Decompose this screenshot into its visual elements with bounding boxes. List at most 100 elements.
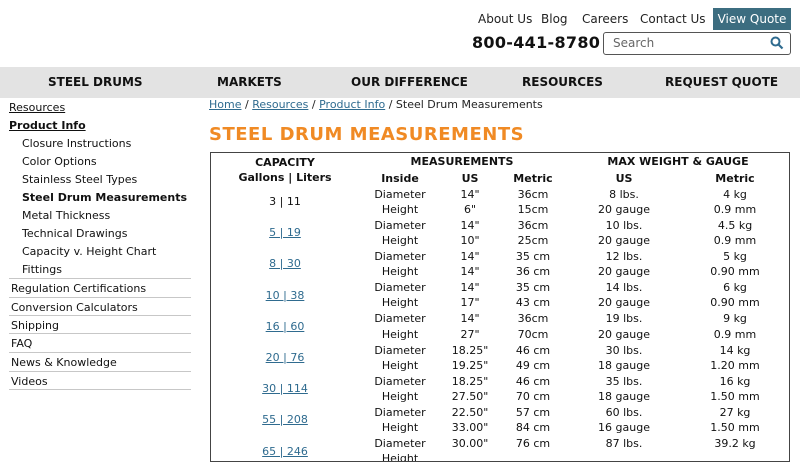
table-cell-metric: 49 cm (515, 358, 551, 372)
table-cell-us: 14" (460, 249, 480, 263)
sidebar-divider (9, 297, 191, 298)
table-cell-weight-metric: 39.2 kg (714, 437, 756, 451)
search-icon[interactable] (770, 36, 784, 50)
phone-number: 800-441-8780 (472, 33, 601, 52)
nav-request-quote[interactable]: REQUEST QUOTE (665, 75, 778, 89)
capacity-cell[interactable]: 55 | 208 (262, 413, 308, 426)
breadcrumb-product-info[interactable]: Product Info (319, 98, 385, 111)
col-header-capacity-units: Gallons | Liters (238, 171, 332, 184)
table-cell-weight-us: 12 lbs. (605, 249, 643, 263)
sidebar-item-color-options[interactable]: Color Options (22, 155, 97, 168)
capacity-cell[interactable]: 20 | 76 (266, 351, 305, 364)
table-cell-weight-metric: 0.90 mm (710, 296, 760, 310)
sidebar-divider (9, 371, 191, 372)
nav-our-difference[interactable]: OUR DIFFERENCE (351, 75, 468, 89)
careers-link[interactable]: Careers (582, 12, 628, 26)
table-cell-weight-metric: 0.9 mm (713, 234, 757, 247)
table-cell-inside: Diameter (374, 281, 426, 295)
table-cell-weight-metric: 9 kg (723, 312, 747, 326)
table-cell-us: 33.00" (451, 421, 489, 435)
table-cell-metric: 57 cm (515, 405, 551, 419)
col-header-weight-us: US (615, 172, 633, 185)
breadcrumb-resources[interactable]: Resources (252, 98, 308, 111)
table-cell-us: 30.00" (451, 437, 489, 451)
search-box[interactable]: Search (603, 32, 791, 55)
table-cell-us: 19.25" (451, 358, 489, 372)
sidebar-item-resources[interactable]: Resources (9, 101, 65, 114)
table-cell-weight-metric: 5 kg (723, 249, 747, 263)
sidebar-item-technical-drawings[interactable]: Technical Drawings (22, 227, 127, 240)
sidebar-item-closure-instructions[interactable]: Closure Instructions (22, 137, 131, 150)
capacity-cell[interactable]: 5 | 19 (269, 226, 301, 239)
table-cell-weight-us: 35 lbs. (605, 374, 643, 388)
table-cell-weight-us: 87 lbs. (605, 437, 643, 451)
col-header-max-weight: MAX WEIGHT & GAUGE (607, 155, 749, 168)
capacity-cell[interactable]: 16 | 60 (266, 320, 305, 333)
table-cell-metric: 35 cm (515, 249, 551, 263)
table-cell-us: 14" (460, 281, 480, 295)
view-quote-button[interactable]: View Quote (713, 8, 791, 30)
sidebar-item-capacity-height-chart[interactable]: Capacity v. Height Chart (22, 245, 156, 258)
breadcrumb: Home / Resources / Product Info / Steel … (209, 98, 543, 111)
table-cell-inside: Height (381, 327, 419, 341)
table-cell-inside: Diameter (374, 374, 426, 388)
table-cell-weight-us: 14 lbs. (605, 281, 643, 295)
table-cell-weight-metric: 0.9 mm (713, 202, 757, 216)
col-header-metric: Metric (513, 172, 553, 185)
sidebar-item-faq[interactable]: FAQ (11, 337, 32, 350)
table-cell-inside: Diameter (374, 312, 426, 326)
breadcrumb-home[interactable]: Home (209, 98, 241, 111)
sidebar-item-news-knowledge[interactable]: News & Knowledge (11, 356, 117, 369)
table-cell-weight-us: 20 gauge (598, 234, 650, 247)
table-cell-us: 14" (460, 312, 480, 326)
sidebar-divider (9, 278, 191, 279)
main-nav: STEEL DRUMS MARKETS OUR DIFFERENCE RESOU… (0, 67, 800, 98)
table-cell-weight-us: 18 gauge (598, 358, 650, 372)
sidebar-item-stainless-steel-types[interactable]: Stainless Steel Types (22, 173, 137, 186)
table-cell-us: 14" (460, 187, 480, 201)
table-cell-metric: 46 cm (515, 374, 551, 388)
capacity-cell[interactable]: 65 | 246 (262, 445, 308, 458)
page-title: STEEL DRUM MEASUREMENTS (209, 124, 525, 145)
capacity-cell[interactable]: 8 | 30 (269, 257, 301, 270)
col-header-measurements: MEASUREMENTS (410, 155, 514, 168)
nav-steel-drums[interactable]: STEEL DRUMS (48, 75, 143, 89)
sidebar-divider (9, 315, 191, 316)
sidebar-divider (9, 352, 191, 353)
sidebar-item-fittings[interactable]: Fittings (22, 263, 62, 276)
table-cell-weight-us: 10 lbs. (605, 218, 643, 232)
sidebar-item-conversion-calculators[interactable]: Conversion Calculators (11, 301, 138, 314)
table-cell-inside: Diameter (374, 218, 426, 232)
capacity-cell[interactable]: 30 | 114 (262, 382, 308, 395)
capacity-cell[interactable]: 10 | 38 (266, 289, 305, 302)
table-cell-weight-us: 20 gauge (598, 202, 650, 216)
table-cell-weight-us: 60 lbs. (605, 405, 643, 419)
table-cell-weight-us: 19 lbs. (605, 312, 643, 326)
nav-markets[interactable]: MARKETS (217, 75, 282, 89)
table-cell-weight-metric: 27 kg (719, 405, 751, 419)
sidebar-item-videos[interactable]: Videos (11, 375, 48, 388)
table-cell-weight-metric: 1.50 mm (710, 390, 760, 403)
table-cell-weight-metric: 14 kg (719, 343, 751, 357)
sidebar-item-shipping[interactable]: Shipping (11, 319, 59, 332)
table-cell-us: 10" (460, 234, 480, 247)
sidebar-item-product-info[interactable]: Product Info (9, 119, 86, 132)
table-cell-weight-metric: 0.9 mm (713, 327, 757, 341)
table-cell-inside: Height (381, 421, 419, 435)
contact-us-link[interactable]: Contact Us (640, 12, 706, 26)
sidebar-item-metal-thickness[interactable]: Metal Thickness (22, 209, 110, 222)
table-cell-weight-metric: 6 kg (723, 281, 747, 295)
table-cell-inside: Diameter (374, 249, 426, 263)
table-cell-weight-metric: 1.50 mm (710, 421, 760, 435)
table-cell-metric: 25cm (517, 234, 549, 247)
table-cell-metric: 15cm (517, 202, 549, 216)
table-cell-weight-us: 20 gauge (598, 265, 650, 279)
about-us-link[interactable]: About Us (478, 12, 532, 26)
breadcrumb-separator: / (244, 98, 249, 111)
sidebar-item-steel-drum-measurements[interactable]: Steel Drum Measurements (22, 191, 187, 204)
search-input[interactable]: Search (613, 36, 654, 50)
table-cell-us: 6" (463, 202, 477, 216)
nav-resources[interactable]: RESOURCES (522, 75, 603, 89)
sidebar-item-regulation-certifications[interactable]: Regulation Certifications (11, 282, 146, 295)
blog-link[interactable]: Blog (541, 12, 568, 26)
